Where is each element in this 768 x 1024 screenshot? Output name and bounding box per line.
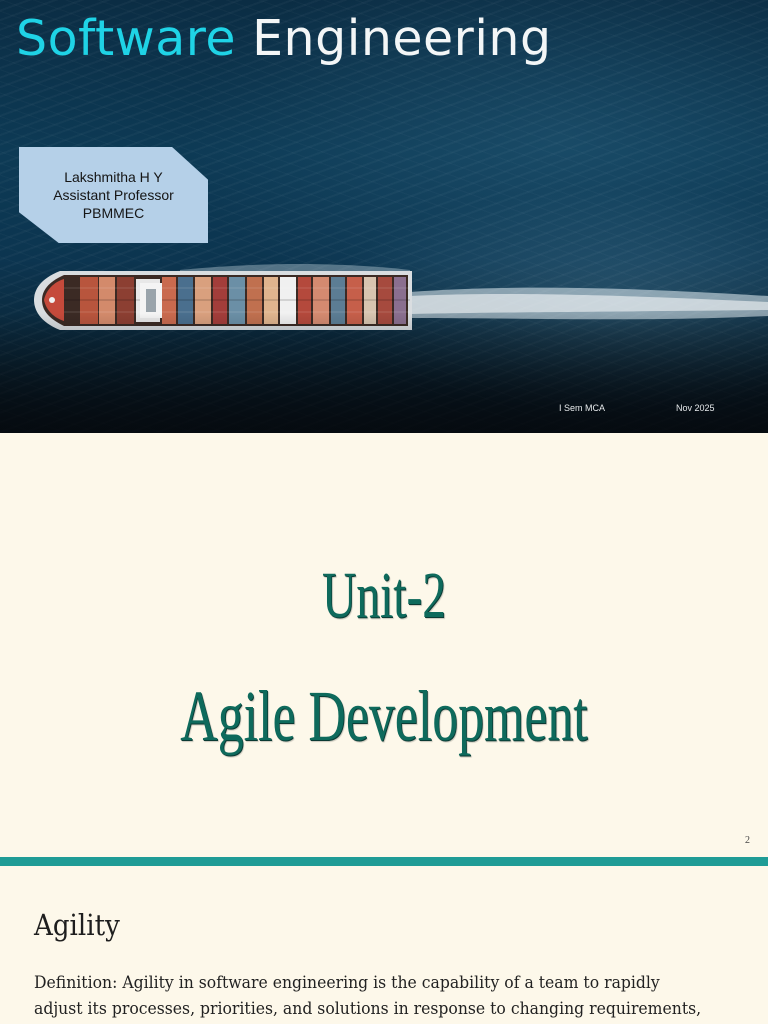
unit-title: Agile Development (180, 676, 588, 756)
author-institution: PBMMEC (82, 205, 145, 221)
title-slide: Software Engineering Lakshmitha H Y Assi… (0, 0, 768, 433)
date-label: Nov 2025 (676, 403, 715, 413)
unit-heading: Unit-2 Agile Development (0, 536, 768, 776)
author-role: Assistant Professor (53, 187, 174, 203)
author-name: Lakshmitha H Y (64, 169, 163, 185)
definition-text: Definition: Agility in software engineer… (34, 970, 734, 1022)
bottom-shade (0, 313, 768, 433)
agility-slide: Agility Definition: Agility in software … (0, 866, 768, 1024)
title-word-engineering: Engineering (252, 10, 552, 67)
page-number: 2 (745, 835, 750, 846)
unit-number: Unit-2 (321, 559, 447, 632)
definition-line-1: Definition: Agility in software engineer… (34, 973, 660, 993)
slide-title: Agility (34, 908, 120, 942)
title-word-software: Software (16, 10, 237, 67)
presentation-title: Software Engineering (16, 8, 552, 70)
definition-line-2: adjust its processes, priorities, and so… (34, 999, 702, 1019)
unit-slide: Unit-2 Agile Development 2 (0, 433, 768, 857)
course-label: I Sem MCA (559, 403, 606, 413)
author-info-box: Lakshmitha H Y Assistant Professor PBMME… (19, 147, 208, 243)
slide-divider (0, 857, 768, 866)
